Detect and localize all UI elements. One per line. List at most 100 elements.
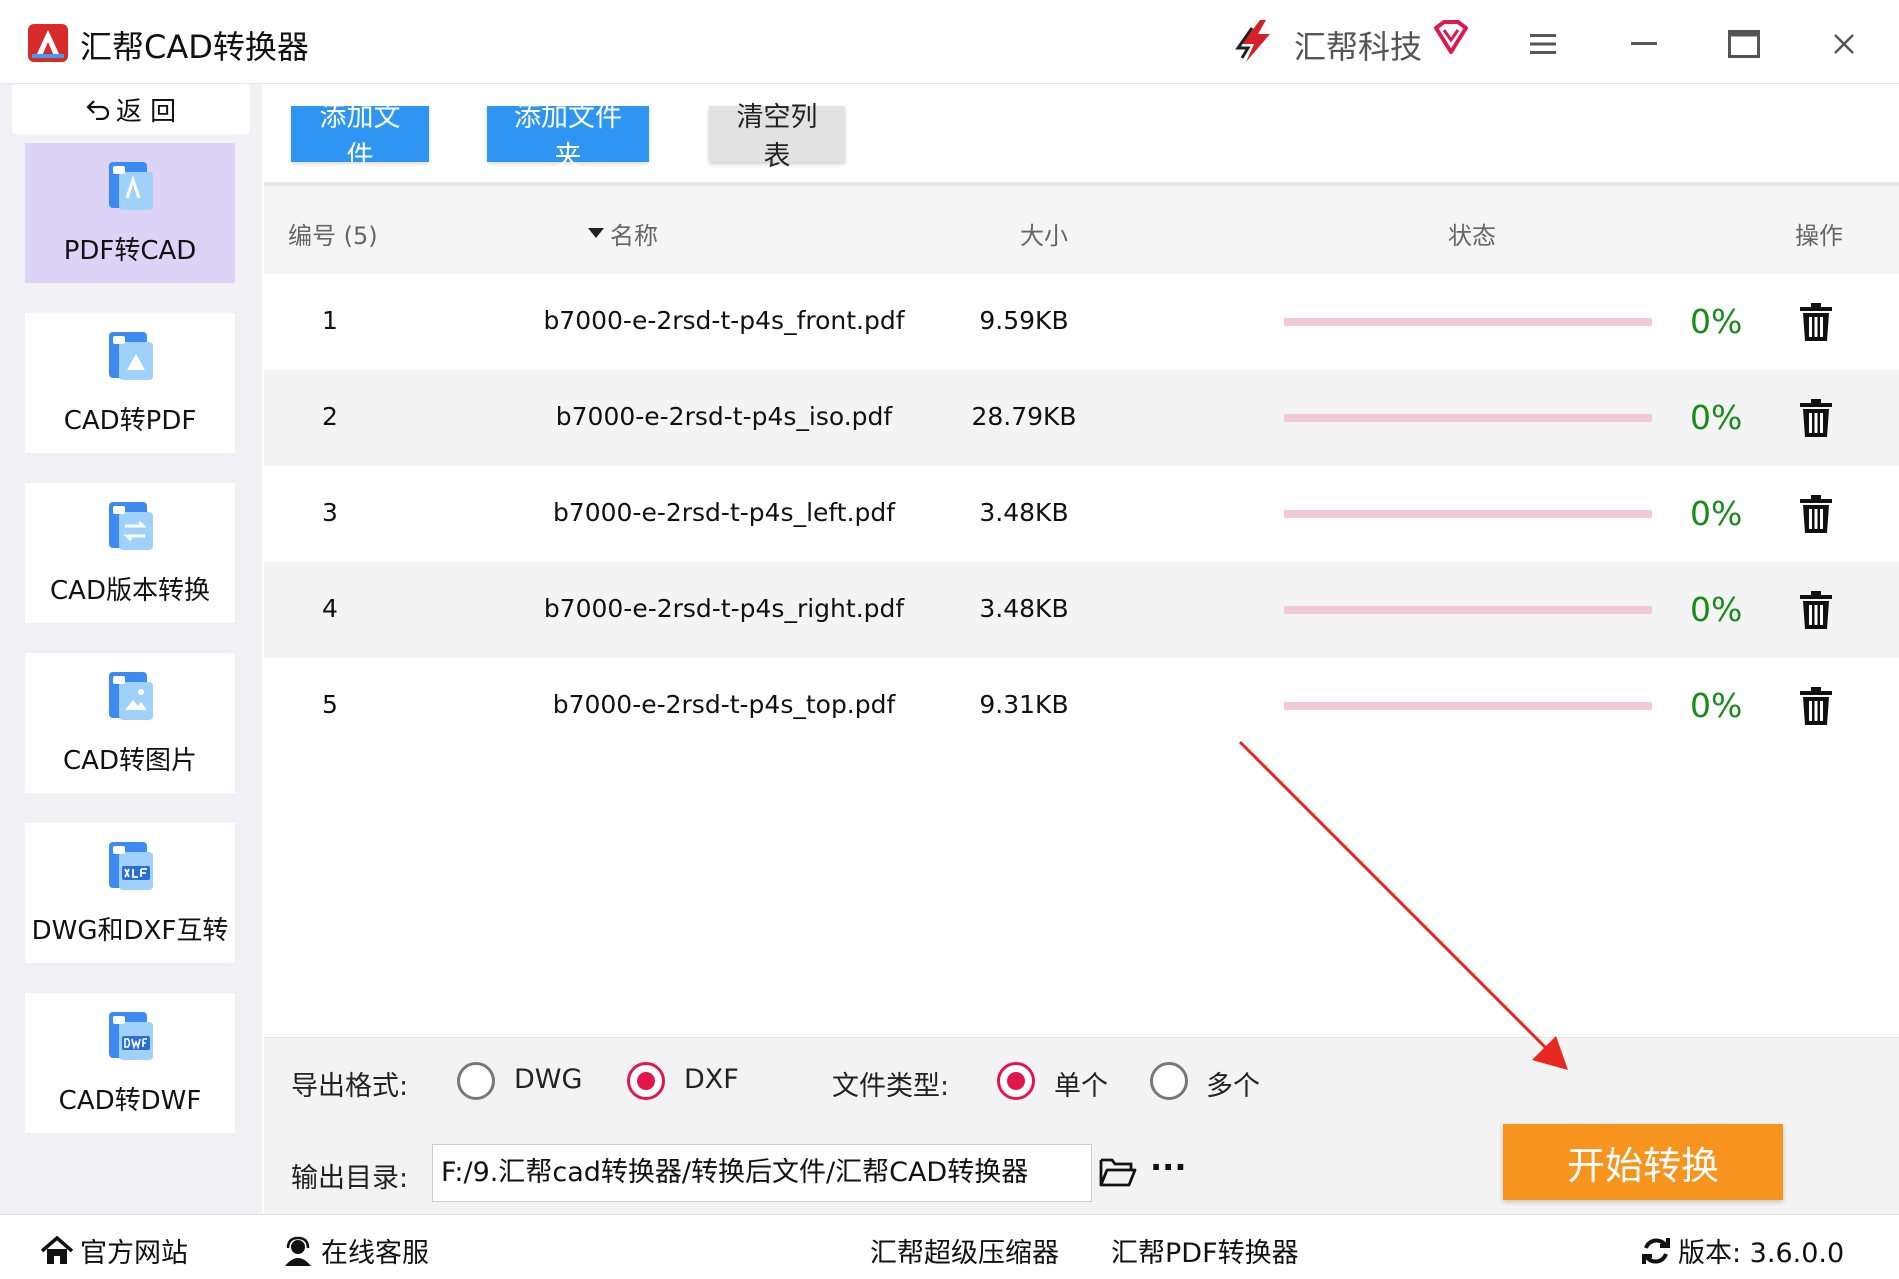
sidebar-item-cad-version[interactable]: CAD版本转换 (25, 483, 235, 623)
output-dir-label: 输出目录: (291, 1163, 409, 1194)
back-label: 返 回 (115, 96, 177, 127)
maximize-icon[interactable] (1722, 22, 1766, 66)
sidebar: 返 回 PDF转CAD CAD转PDF CAD版本转换 CAD转图片 DWG和D… (0, 84, 262, 1214)
row-percent: 0% (1690, 590, 1743, 629)
filetype-multiple-radio[interactable] (1150, 1062, 1188, 1100)
table-row[interactable]: 5 b7000-e-2rsd-t-p4s_top.pdf 9.31KB 0% (264, 658, 1899, 754)
table-header: 编号 (5) 名称 大小 状态 操作 (264, 182, 1899, 274)
sidebar-item-label: PDF转CAD (63, 236, 197, 266)
row-progress-bar (1284, 414, 1652, 422)
app-logo-icon (28, 24, 68, 62)
trash-icon[interactable] (1799, 590, 1833, 630)
file-type-label: 文件类型: (832, 1071, 950, 1102)
header-action: 操作 (1795, 222, 1843, 250)
sort-down-icon (588, 227, 604, 238)
sidebar-item-label: CAD转DWF (58, 1086, 202, 1116)
sidebar-item-label: CAD版本转换 (50, 576, 210, 606)
more-options-button[interactable]: ··· (1150, 1148, 1186, 1186)
add-file-button[interactable]: 添加文件 (291, 102, 429, 172)
home-icon (40, 1235, 74, 1264)
filetype-single-label[interactable]: 单个 (1054, 1064, 1108, 1103)
format-dwg-radio[interactable] (457, 1062, 495, 1100)
customer-service-icon (285, 1236, 311, 1266)
sidebar-item-dwg-dxf[interactable]: DWG和DXF互转 (25, 823, 235, 963)
sidebar-item-label: CAD转图片 (63, 746, 197, 776)
main-panel: 添加文件 添加文件夹 清空列表 编号 (5) 名称 大小 状态 操作 1 b700… (262, 84, 1899, 1279)
cad-to-pdf-icon (109, 332, 153, 380)
brand-name: 汇帮科技 (1294, 28, 1423, 66)
row-file-size: 9.59KB (979, 306, 1069, 335)
table-row[interactable]: 1 b7000-e-2rsd-t-p4s_front.pdf 9.59KB 0% (264, 274, 1899, 370)
pdf-to-cad-icon (109, 162, 153, 210)
header-status: 状态 (1448, 222, 1496, 250)
cad-to-dwf-icon (109, 1012, 153, 1060)
trash-icon[interactable] (1799, 494, 1833, 534)
format-dxf-radio[interactable] (627, 1062, 665, 1100)
version-info[interactable]: 版本: 3.6.0.0 (1640, 1231, 1844, 1270)
row-percent: 0% (1690, 398, 1743, 437)
pdf-converter-link[interactable]: 汇帮PDF转换器 (1111, 1231, 1299, 1270)
trash-icon[interactable] (1799, 302, 1833, 342)
row-file-size: 3.48KB (979, 594, 1069, 623)
version-label: 版本: 3.6.0.0 (1678, 1238, 1845, 1269)
sidebar-item-cad-to-dwf[interactable]: CAD转DWF (25, 993, 235, 1133)
row-index: 4 (322, 594, 338, 623)
online-support-label: 在线客服 (321, 1238, 429, 1269)
vip-diamond-icon[interactable] (1432, 20, 1470, 56)
official-website-link[interactable]: 官方网站 (40, 1231, 188, 1270)
header-index[interactable]: 编号 (5) (288, 216, 378, 251)
sidebar-item-cad-to-pdf[interactable]: CAD转PDF (25, 313, 235, 453)
row-file-size: 28.79KB (971, 402, 1077, 431)
header-name-label: 名称 (610, 222, 658, 250)
format-dxf-label[interactable]: DXF (684, 1064, 739, 1095)
row-index: 5 (322, 690, 338, 719)
row-progress-bar (1284, 318, 1652, 326)
sidebar-item-label: CAD转PDF (63, 406, 197, 436)
output-path-input[interactable]: F:/9.汇帮cad转换器/转换后文件/汇帮CAD转换器 (432, 1144, 1092, 1202)
row-file-size: 3.48KB (979, 498, 1069, 527)
row-progress-bar (1284, 510, 1652, 518)
table-row[interactable]: 4 b7000-e-2rsd-t-p4s_right.pdf 3.48KB 0% (264, 562, 1899, 658)
export-format-label: 导出格式: (291, 1071, 409, 1102)
clear-list-button[interactable]: 清空列表 (709, 102, 845, 172)
table-row[interactable]: 2 b7000-e-2rsd-t-p4s_iso.pdf 28.79KB 0% (264, 370, 1899, 466)
trash-icon[interactable] (1799, 398, 1833, 438)
folder-open-icon[interactable] (1099, 1156, 1137, 1188)
row-file-size: 9.31KB (979, 690, 1069, 719)
title-bar: 汇帮CAD转换器 汇帮科技 (0, 0, 1899, 84)
trash-icon[interactable] (1799, 686, 1833, 726)
filetype-single-radio[interactable] (997, 1062, 1035, 1100)
row-index: 3 (322, 498, 338, 527)
menu-icon[interactable] (1521, 22, 1565, 66)
sidebar-item-pdf-to-cad[interactable]: PDF转CAD (25, 143, 235, 283)
row-progress-bar (1284, 702, 1652, 710)
status-bar: 官方网站 在线客服 汇帮超级压缩器 汇帮PDF转换器 版本: 3.6.0.0 (0, 1214, 1899, 1279)
close-icon[interactable] (1822, 22, 1866, 66)
minimize-icon[interactable] (1622, 22, 1666, 66)
row-percent: 0% (1690, 686, 1743, 725)
header-name[interactable]: 名称 (588, 216, 658, 251)
row-index: 2 (322, 402, 338, 431)
format-dwg-label[interactable]: DWG (514, 1064, 582, 1095)
start-convert-button[interactable]: 开始转换 (1503, 1124, 1783, 1200)
filetype-multiple-label[interactable]: 多个 (1206, 1064, 1260, 1103)
online-support-link[interactable]: 在线客服 (281, 1231, 429, 1270)
back-arrow-icon (86, 100, 109, 120)
official-website-label: 官方网站 (80, 1238, 188, 1269)
pdf-converter-label: 汇帮PDF转换器 (1111, 1238, 1299, 1269)
app-title: 汇帮CAD转换器 (80, 28, 309, 66)
sidebar-item-label: DWG和DXF互转 (31, 916, 229, 946)
dwg-dxf-icon (109, 842, 153, 890)
table-row[interactable]: 3 b7000-e-2rsd-t-p4s_left.pdf 3.48KB 0% (264, 466, 1899, 562)
row-index: 1 (322, 306, 338, 335)
row-progress-bar (1284, 606, 1652, 614)
add-folder-button[interactable]: 添加文件夹 (487, 102, 649, 172)
sidebar-item-cad-to-image[interactable]: CAD转图片 (25, 653, 235, 793)
cad-to-image-icon (109, 672, 153, 720)
back-button[interactable]: 返 回 (12, 84, 250, 134)
cad-version-icon (109, 502, 153, 550)
compressor-link[interactable]: 汇帮超级压缩器 (870, 1231, 1059, 1270)
brand-logo-icon (1235, 20, 1270, 62)
row-percent: 0% (1690, 302, 1743, 341)
header-size[interactable]: 大小 (1020, 216, 1068, 251)
